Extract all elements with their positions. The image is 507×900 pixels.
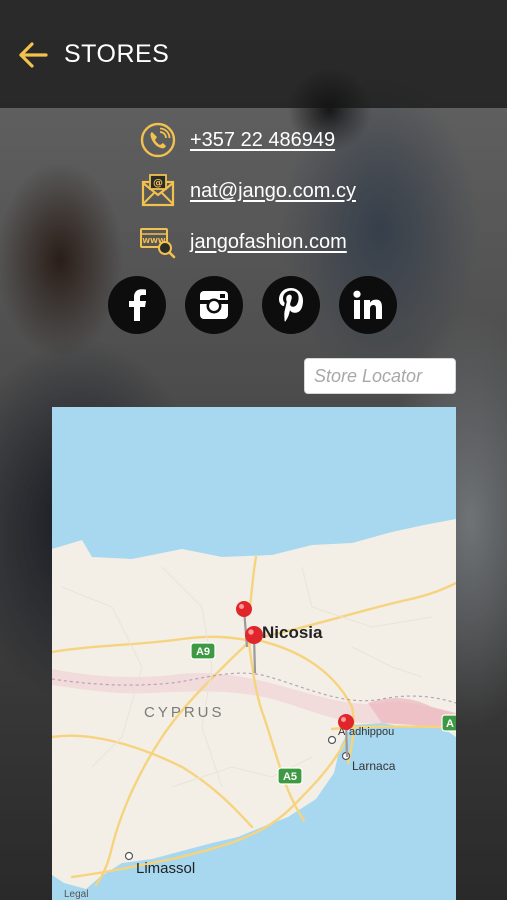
svg-text:A9: A9 — [196, 646, 210, 658]
pinterest-button[interactable] — [262, 276, 320, 334]
phone-icon — [138, 120, 178, 160]
instagram-button[interactable] — [185, 276, 243, 334]
city-label-nicosia: Nicosia — [262, 623, 323, 642]
svg-text:A: A — [446, 718, 454, 730]
store-locator-input[interactable] — [304, 358, 456, 394]
top-bar: STORES — [0, 0, 507, 108]
store-map[interactable]: A9 A5 A CYPRUS Nicosia Aradhippou Larnac… — [52, 407, 456, 900]
back-arrow-icon — [19, 42, 48, 68]
aradhippou-dot — [327, 735, 337, 745]
social-links — [108, 276, 397, 334]
limassol-dot — [124, 851, 134, 861]
country-label: CYPRUS — [144, 704, 225, 721]
city-label-limassol: Limassol — [136, 860, 195, 877]
map-legal-link[interactable]: Legal — [64, 889, 88, 900]
email-link[interactable]: nat@jango.com.cy — [190, 180, 356, 203]
back-button[interactable] — [16, 38, 50, 72]
road-sign-a9: A9 — [190, 642, 216, 660]
website-link[interactable]: jangofashion.com — [190, 231, 347, 254]
road-sign-a-east: A — [441, 714, 456, 732]
linkedin-button[interactable] — [339, 276, 397, 334]
page-title: STORES — [64, 40, 170, 68]
svg-text:@: @ — [153, 178, 163, 189]
svg-text:A5: A5 — [283, 771, 297, 783]
road-sign-a5: A5 — [277, 767, 303, 785]
facebook-icon — [129, 289, 146, 321]
city-label-larnaca: Larnaca — [352, 759, 396, 773]
pinterest-icon — [279, 288, 303, 322]
facebook-button[interactable] — [108, 276, 166, 334]
website-icon: WWW — [138, 222, 178, 262]
instagram-icon — [200, 291, 228, 319]
linkedin-icon — [353, 290, 382, 319]
website-row: WWW jangofashion.com — [138, 222, 347, 262]
phone-link[interactable]: +357 22 486949 — [190, 129, 335, 152]
phone-row: +357 22 486949 — [138, 120, 335, 160]
email-row: @ nat@jango.com.cy — [138, 171, 356, 211]
map-canvas: A9 A5 A CYPRUS Nicosia Aradhippou Larnac… — [52, 407, 456, 900]
email-icon: @ — [138, 171, 178, 211]
